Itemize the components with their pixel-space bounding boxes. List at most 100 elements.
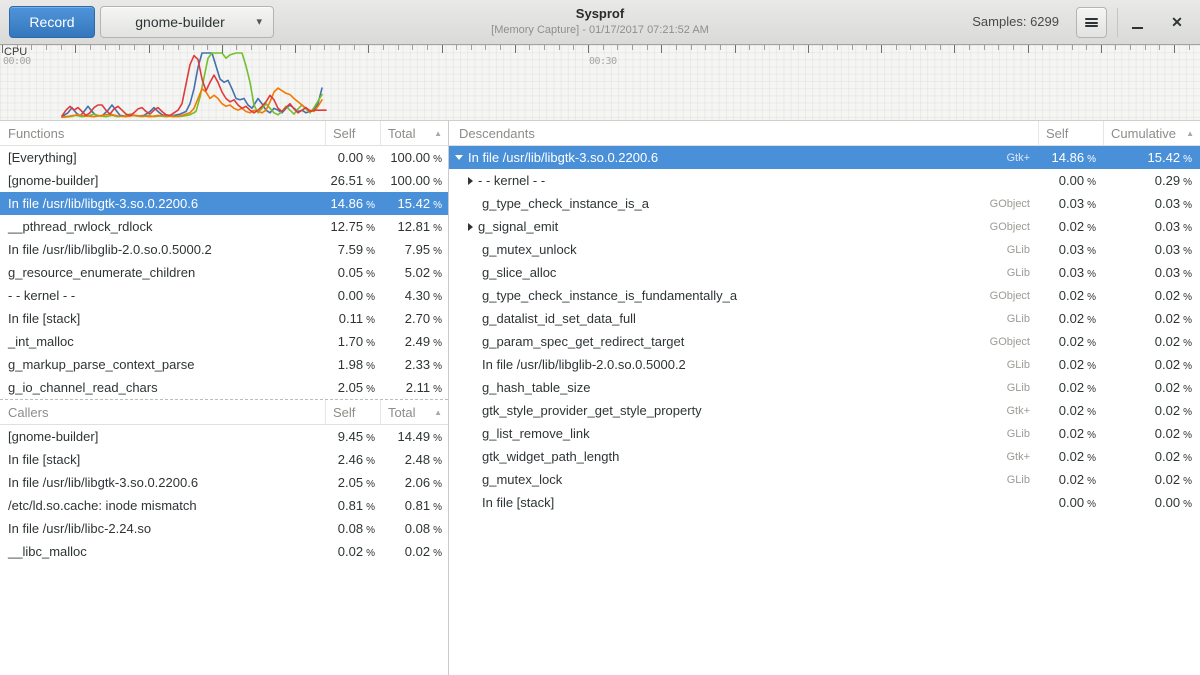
table-row[interactable]: /etc/ld.so.cache: inode mismatch0.81%0.8… [0, 494, 448, 517]
table-row[interactable]: g_list_remove_linkGLib0.02%0.02% [449, 422, 1200, 445]
table-row[interactable]: In file /usr/lib/libglib-2.0.so.0.5000.2… [0, 238, 448, 261]
table-row[interactable]: In file [stack]0.00%0.00% [449, 491, 1200, 514]
table-row[interactable]: In file /usr/lib/libgtk-3.so.0.2200.6Gtk… [449, 146, 1200, 169]
table-row[interactable]: [gnome-builder]26.51%100.00% [0, 169, 448, 192]
table-row[interactable]: In file /usr/lib/libgtk-3.so.0.2200.614.… [0, 192, 448, 215]
table-row[interactable]: gtk_style_provider_get_style_propertyGtk… [449, 399, 1200, 422]
column-header-cumulative[interactable]: Cumulative▲ [1103, 121, 1200, 145]
table-row[interactable]: In file /usr/lib/libc-2.24.so0.08%0.08% [0, 517, 448, 540]
table-row[interactable]: __libc_malloc0.02%0.02% [0, 540, 448, 563]
function-name: In file [stack] [8, 311, 80, 326]
column-header-total[interactable]: Total▲ [380, 121, 448, 145]
ruler-minor-tick [207, 45, 208, 50]
percent-unit: % [1087, 476, 1096, 487]
functions-table-body: [Everything]0.00%100.00%[gnome-builder]2… [0, 146, 448, 399]
percent-unit: % [433, 361, 442, 372]
process-selector-dropdown[interactable]: gnome-builder ▾ [100, 6, 274, 38]
total-value: 2.06% [380, 475, 448, 490]
column-header-self[interactable]: Self [325, 400, 380, 424]
table-row[interactable]: In file [stack]2.46%2.48% [0, 448, 448, 471]
table-row[interactable]: In file [stack]0.11%2.70% [0, 307, 448, 330]
record-button[interactable]: Record [9, 6, 95, 38]
descendants-panel: Descendants Self Cumulative▲ In file /us… [449, 121, 1200, 514]
column-header-callers[interactable]: Callers [0, 400, 325, 424]
ruler-minor-tick [339, 45, 340, 50]
ruler-minor-tick [31, 45, 32, 50]
percent-unit: % [433, 269, 442, 280]
table-row[interactable]: g_type_check_instance_is_aGObject0.03%0.… [449, 192, 1200, 215]
function-name: g_resource_enumerate_children [8, 265, 195, 280]
ruler-major-tick [735, 45, 736, 53]
table-row[interactable]: - - kernel - -0.00%4.30% [0, 284, 448, 307]
column-header-self[interactable]: Self [1038, 121, 1103, 145]
ruler-minor-tick [178, 45, 179, 50]
expander-collapsed-icon[interactable] [468, 223, 473, 231]
ruler-minor-tick [705, 45, 706, 50]
expander-collapsed-icon[interactable] [468, 177, 473, 185]
function-name-cell: __pthread_rwlock_rdlock [0, 219, 325, 234]
ruler-minor-tick [969, 45, 970, 50]
table-row[interactable]: [gnome-builder]9.45%14.49% [0, 425, 448, 448]
ruler-major-tick [954, 45, 955, 53]
table-row[interactable]: [Everything]0.00%100.00% [0, 146, 448, 169]
percent-unit: % [1087, 269, 1096, 280]
expander-expanded-icon[interactable] [455, 155, 463, 160]
table-row[interactable]: g_slice_allocGLib0.03%0.03% [449, 261, 1200, 284]
ruler-minor-tick [822, 45, 823, 50]
library-badge: Gtk+ [1006, 405, 1038, 417]
table-row[interactable]: - - kernel - -0.00%0.29% [449, 169, 1200, 192]
table-row[interactable]: g_type_check_instance_is_fundamentally_a… [449, 284, 1200, 307]
column-header-descendants[interactable]: Descendants [449, 121, 1038, 145]
table-row[interactable]: g_mutex_lockGLib0.02%0.02% [449, 468, 1200, 491]
ruler-major-tick [368, 45, 369, 53]
percent-unit: % [433, 479, 442, 490]
close-button[interactable]: ✕ [1162, 7, 1192, 38]
time-ruler [0, 45, 1200, 55]
total-value: 0.81% [380, 498, 448, 513]
table-row[interactable]: g_datalist_id_set_data_fullGLib0.02%0.02… [449, 307, 1200, 330]
table-row[interactable]: In file /usr/lib/libgtk-3.so.0.2200.62.0… [0, 471, 448, 494]
table-row[interactable]: g_resource_enumerate_children0.05%5.02% [0, 261, 448, 284]
descendants-header-row: Descendants Self Cumulative▲ [449, 121, 1200, 146]
table-row[interactable]: g_signal_emitGObject0.02%0.03% [449, 215, 1200, 238]
function-name-cell: gtk_style_provider_get_style_propertyGtk… [449, 403, 1038, 418]
library-badge: GObject [990, 221, 1038, 233]
function-name-cell: g_resource_enumerate_children [0, 265, 325, 280]
column-header-self[interactable]: Self [325, 121, 380, 145]
function-name-cell: [Everything] [0, 150, 325, 165]
ruler-minor-tick [676, 45, 677, 50]
menu-button[interactable] [1076, 7, 1107, 38]
percent-unit: % [1183, 338, 1192, 349]
table-row[interactable]: __pthread_rwlock_rdlock12.75%12.81% [0, 215, 448, 238]
descendants-table-body: In file /usr/lib/libgtk-3.so.0.2200.6Gtk… [449, 146, 1200, 514]
callers-header-row: Callers Self Total▲ [0, 400, 448, 425]
table-row[interactable]: _int_malloc1.70%2.49% [0, 330, 448, 353]
table-row[interactable]: g_param_spec_get_redirect_targetGObject0… [449, 330, 1200, 353]
table-row[interactable]: g_io_channel_read_chars2.05%2.11% [0, 376, 448, 399]
function-name: /etc/ld.so.cache: inode mismatch [8, 498, 197, 513]
table-row[interactable]: g_hash_table_sizeGLib0.02%0.02% [449, 376, 1200, 399]
minimize-button[interactable] [1122, 7, 1152, 38]
table-row[interactable]: g_markup_parse_context_parse1.98%2.33% [0, 353, 448, 376]
function-name: g_type_check_instance_is_fundamentally_a [482, 288, 737, 303]
self-value: 0.02% [1038, 403, 1103, 418]
library-badge: GLib [1007, 359, 1038, 371]
self-value: 2.05% [325, 380, 380, 395]
total-value: 0.02% [1103, 380, 1200, 395]
self-value: 14.86% [1038, 150, 1103, 165]
column-header-total[interactable]: Total▲ [380, 400, 448, 424]
percent-unit: % [1087, 384, 1096, 395]
table-row[interactable]: g_mutex_unlockGLib0.03%0.03% [449, 238, 1200, 261]
ruler-minor-tick [573, 45, 574, 50]
function-name: In file /usr/lib/libglib-2.0.so.0.5000.2 [8, 242, 212, 257]
cpu-graph[interactable]: CPU 00:00 00:30 [0, 45, 1200, 121]
column-header-functions[interactable]: Functions [0, 121, 325, 145]
ruler-minor-tick [1145, 45, 1146, 50]
header-bar: Record gnome-builder ▾ Sysprof [Memory C… [0, 0, 1200, 45]
ruler-major-tick [75, 45, 76, 53]
ruler-major-tick [2, 45, 3, 53]
percent-unit: % [366, 502, 375, 513]
ruler-minor-tick [984, 45, 985, 50]
table-row[interactable]: gtk_widget_path_lengthGtk+0.02%0.02% [449, 445, 1200, 468]
table-row[interactable]: In file /usr/lib/libglib-2.0.so.0.5000.2… [449, 353, 1200, 376]
